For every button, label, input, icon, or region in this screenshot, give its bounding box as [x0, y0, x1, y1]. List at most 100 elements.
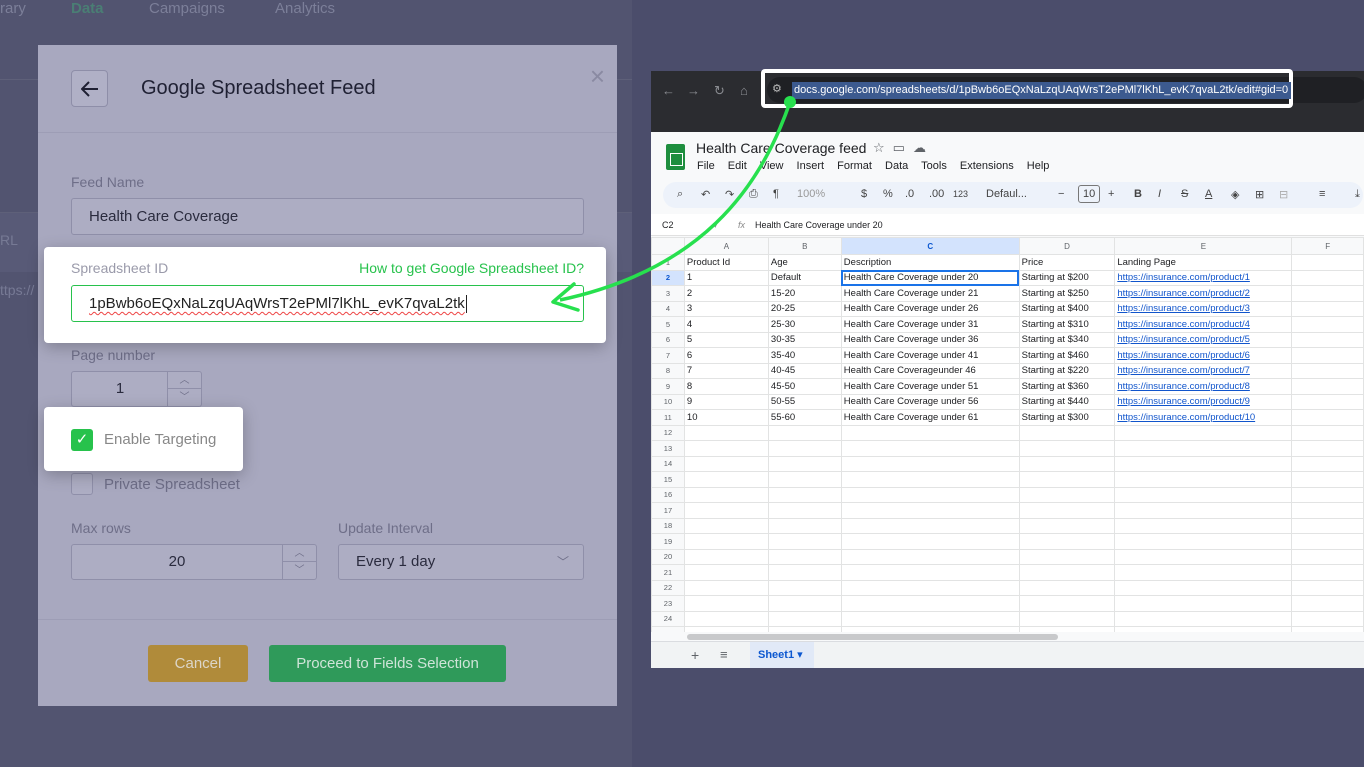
- cell[interactable]: [840, 486, 1020, 503]
- cell[interactable]: [683, 517, 769, 534]
- row-header[interactable]: 15: [651, 471, 685, 488]
- row-header[interactable]: 22: [651, 579, 685, 596]
- cell[interactable]: Starting at $220: [1018, 362, 1116, 379]
- percent-format-button[interactable]: %: [883, 188, 893, 200]
- max-rows-value[interactable]: 20: [72, 545, 282, 579]
- row-header[interactable]: 16: [651, 486, 685, 503]
- update-interval-select[interactable]: Every 1 day ﹀: [338, 544, 584, 580]
- cell[interactable]: [840, 424, 1020, 441]
- row-header[interactable]: 20: [651, 548, 685, 565]
- cell[interactable]: [1018, 579, 1116, 596]
- cell[interactable]: [1018, 486, 1116, 503]
- cell[interactable]: 15-20: [767, 285, 842, 302]
- cell[interactable]: [840, 595, 1020, 612]
- cell[interactable]: [840, 502, 1020, 519]
- cell[interactable]: [767, 502, 842, 519]
- cell[interactable]: [1291, 610, 1364, 627]
- cell[interactable]: Health Care Coverage under 26: [840, 300, 1020, 317]
- cell[interactable]: [767, 548, 842, 565]
- cell[interactable]: https://insurance.com/product/1: [1114, 269, 1293, 286]
- cell[interactable]: [767, 455, 842, 472]
- site-settings-icon[interactable]: ⚙: [772, 82, 782, 95]
- row-header[interactable]: 24: [651, 610, 685, 627]
- cell[interactable]: [1291, 579, 1364, 596]
- menu-help[interactable]: Help: [1027, 160, 1050, 172]
- cell[interactable]: Description: [840, 254, 1020, 271]
- cell[interactable]: [1114, 471, 1293, 488]
- cell[interactable]: [767, 440, 842, 457]
- row-header[interactable]: 12: [651, 424, 685, 441]
- sheet-grid[interactable]: A B C D E F 1 Product Id Age Description Price Land…: [651, 237, 1364, 632]
- cell[interactable]: [1291, 440, 1364, 457]
- cell[interactable]: [1018, 517, 1116, 534]
- paint-format-icon[interactable]: ¶: [773, 188, 779, 200]
- cell[interactable]: 6: [683, 347, 769, 364]
- cell[interactable]: [1291, 254, 1364, 271]
- cell[interactable]: 35-40: [767, 347, 842, 364]
- cell[interactable]: Health Care Coverage under 20: [840, 269, 1020, 286]
- forward-arrow-icon[interactable]: →: [687, 83, 700, 98]
- proceed-button[interactable]: Proceed to Fields Selection: [269, 645, 506, 682]
- cell[interactable]: 30-35: [767, 331, 842, 348]
- cell[interactable]: [840, 517, 1020, 534]
- cell[interactable]: Starting at $310: [1018, 316, 1116, 333]
- cell[interactable]: [1291, 486, 1364, 503]
- cell[interactable]: [683, 548, 769, 565]
- cell[interactable]: [1291, 548, 1364, 565]
- strikethrough-button[interactable]: S: [1181, 188, 1188, 200]
- cell[interactable]: Product Id: [683, 254, 769, 271]
- cell[interactable]: https://insurance.com/product/3: [1114, 300, 1293, 317]
- cell[interactable]: [1291, 564, 1364, 581]
- cell[interactable]: Starting at $400: [1018, 300, 1116, 317]
- italic-button[interactable]: I: [1158, 188, 1161, 200]
- cell[interactable]: https://insurance.com/product/4: [1114, 316, 1293, 333]
- row-header[interactable]: 25: [651, 626, 685, 632]
- row-header[interactable]: 18: [651, 517, 685, 534]
- formula-input[interactable]: Health Care Coverage under 20: [755, 220, 883, 230]
- cell[interactable]: [1291, 626, 1364, 632]
- cell[interactable]: [1114, 424, 1293, 441]
- cell[interactable]: [767, 486, 842, 503]
- cell[interactable]: [1018, 424, 1116, 441]
- row-header[interactable]: 5: [651, 316, 685, 333]
- cell[interactable]: Starting at $200: [1018, 269, 1116, 286]
- cell[interactable]: https://insurance.com/product/5: [1114, 331, 1293, 348]
- spreadsheet-id-help-link[interactable]: How to get Google Spreadsheet ID?: [359, 260, 584, 276]
- row-header[interactable]: 1: [651, 254, 685, 271]
- private-spreadsheet-checkbox[interactable]: [71, 473, 93, 495]
- cell[interactable]: Starting at $250: [1018, 285, 1116, 302]
- back-arrow-icon[interactable]: ←: [662, 83, 675, 98]
- row-header[interactable]: 8: [651, 362, 685, 379]
- page-number-value[interactable]: 1: [72, 372, 168, 406]
- cell[interactable]: [1114, 502, 1293, 519]
- close-icon[interactable]: ×: [590, 63, 605, 89]
- cell[interactable]: [683, 595, 769, 612]
- align-icon[interactable]: ≡: [1319, 188, 1325, 200]
- row-header[interactable]: 7: [651, 347, 685, 364]
- horizontal-scrollbar[interactable]: [687, 634, 1058, 640]
- cell[interactable]: [683, 502, 769, 519]
- cell[interactable]: [1291, 502, 1364, 519]
- cell[interactable]: [1291, 316, 1364, 333]
- cell[interactable]: Health Care Coverage under 36: [840, 331, 1020, 348]
- all-sheets-icon[interactable]: ≡: [720, 647, 728, 662]
- cell[interactable]: [1114, 517, 1293, 534]
- cell[interactable]: [1018, 455, 1116, 472]
- cell[interactable]: Health Care Coverage under 51: [840, 378, 1020, 395]
- cell[interactable]: https://insurance.com/product/9: [1114, 393, 1293, 410]
- cell[interactable]: [767, 564, 842, 581]
- cell[interactable]: Starting at $300: [1018, 409, 1116, 426]
- cell[interactable]: 10: [683, 409, 769, 426]
- menu-edit[interactable]: Edit: [728, 160, 747, 172]
- row-header[interactable]: 9: [651, 378, 685, 395]
- valign-icon[interactable]: ⤓: [1355, 188, 1360, 201]
- cell[interactable]: Landing Page: [1114, 254, 1293, 271]
- row-header[interactable]: 2: [651, 269, 685, 286]
- sheets-logo-icon[interactable]: [666, 144, 685, 170]
- cell[interactable]: [1291, 533, 1364, 550]
- cell[interactable]: [1291, 269, 1364, 286]
- font-size-decrease[interactable]: −: [1058, 188, 1064, 200]
- cell[interactable]: 55-60: [767, 409, 842, 426]
- cell[interactable]: [1018, 548, 1116, 565]
- cell[interactable]: [840, 610, 1020, 627]
